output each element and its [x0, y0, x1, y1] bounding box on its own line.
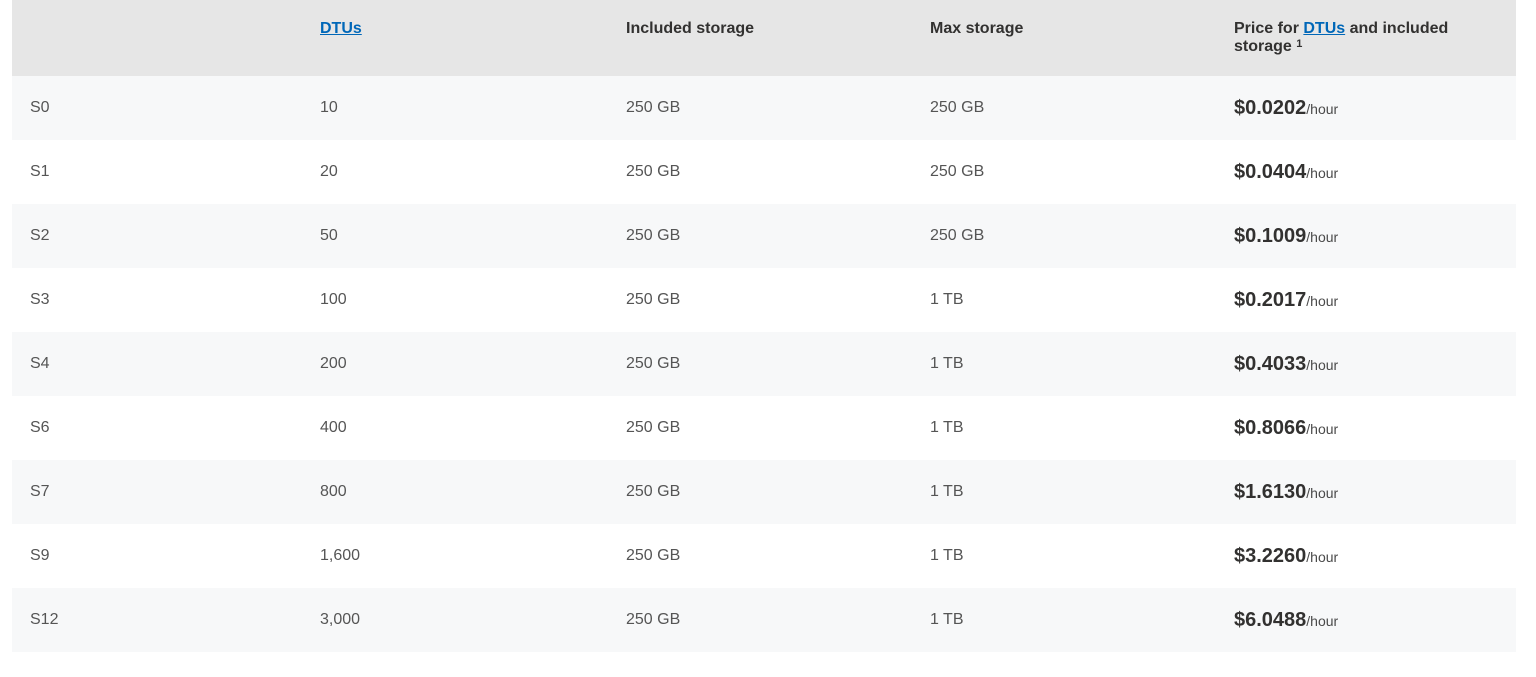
header-price-dtus-link[interactable]: DTUs: [1303, 20, 1345, 37]
price-unit: /hour: [1306, 165, 1338, 181]
table-header-row: DTUs Included storage Max storage Price …: [12, 0, 1516, 76]
cell-max-storage: 250 GB: [912, 76, 1216, 140]
table-row: S7800250 GB1 TB$1.6130/hour: [12, 460, 1516, 524]
table-row: S123,000250 GB1 TB$6.0488/hour: [12, 588, 1516, 652]
table-row: S3100250 GB1 TB$0.2017/hour: [12, 268, 1516, 332]
price-amount: $0.1009: [1234, 225, 1306, 247]
cell-tier: S2: [12, 204, 302, 268]
price-unit: /hour: [1306, 101, 1338, 117]
price-amount: $0.0202: [1234, 97, 1306, 119]
cell-included-storage: 250 GB: [608, 588, 912, 652]
cell-max-storage: 250 GB: [912, 140, 1216, 204]
price-unit: /hour: [1306, 293, 1338, 309]
header-price-footnote: 1: [1296, 38, 1302, 50]
table-row: S250250 GB250 GB$0.1009/hour: [12, 204, 1516, 268]
cell-price: $0.2017/hour: [1216, 268, 1516, 332]
cell-max-storage: 1 TB: [912, 524, 1216, 588]
cell-price: $1.6130/hour: [1216, 460, 1516, 524]
cell-included-storage: 250 GB: [608, 460, 912, 524]
cell-included-storage: 250 GB: [608, 524, 912, 588]
cell-tier: S7: [12, 460, 302, 524]
table-row: S4200250 GB1 TB$0.4033/hour: [12, 332, 1516, 396]
cell-dtus: 200: [302, 332, 608, 396]
table-row: S120250 GB250 GB$0.0404/hour: [12, 140, 1516, 204]
cell-price: $0.4033/hour: [1216, 332, 1516, 396]
cell-dtus: 400: [302, 396, 608, 460]
cell-price: $0.1009/hour: [1216, 204, 1516, 268]
price-amount: $0.0404: [1234, 161, 1306, 183]
header-dtus-link[interactable]: DTUs: [320, 20, 362, 37]
price-amount: $1.6130: [1234, 481, 1306, 503]
cell-max-storage: 250 GB: [912, 204, 1216, 268]
price-unit: /hour: [1306, 613, 1338, 629]
cell-dtus: 800: [302, 460, 608, 524]
cell-price: $0.0404/hour: [1216, 140, 1516, 204]
cell-dtus: 50: [302, 204, 608, 268]
cell-dtus: 20: [302, 140, 608, 204]
price-amount: $0.2017: [1234, 289, 1306, 311]
cell-max-storage: 1 TB: [912, 396, 1216, 460]
cell-dtus: 100: [302, 268, 608, 332]
cell-included-storage: 250 GB: [608, 76, 912, 140]
cell-max-storage: 1 TB: [912, 588, 1216, 652]
price-unit: /hour: [1306, 421, 1338, 437]
table-row: S91,600250 GB1 TB$3.2260/hour: [12, 524, 1516, 588]
cell-dtus: 3,000: [302, 588, 608, 652]
header-price-prefix: Price for: [1234, 20, 1303, 37]
header-dtus: DTUs: [302, 0, 608, 76]
cell-tier: S9: [12, 524, 302, 588]
cell-tier: S3: [12, 268, 302, 332]
cell-included-storage: 250 GB: [608, 332, 912, 396]
cell-included-storage: 250 GB: [608, 396, 912, 460]
cell-dtus: 1,600: [302, 524, 608, 588]
price-amount: $3.2260: [1234, 545, 1306, 567]
header-tier: [12, 0, 302, 76]
price-unit: /hour: [1306, 549, 1338, 565]
cell-price: $0.0202/hour: [1216, 76, 1516, 140]
cell-dtus: 10: [302, 76, 608, 140]
cell-tier: S0: [12, 76, 302, 140]
cell-max-storage: 1 TB: [912, 460, 1216, 524]
price-unit: /hour: [1306, 229, 1338, 245]
cell-tier: S6: [12, 396, 302, 460]
cell-included-storage: 250 GB: [608, 204, 912, 268]
header-max-storage: Max storage: [912, 0, 1216, 76]
cell-price: $0.8066/hour: [1216, 396, 1516, 460]
price-amount: $6.0488: [1234, 609, 1306, 631]
price-unit: /hour: [1306, 485, 1338, 501]
cell-included-storage: 250 GB: [608, 268, 912, 332]
table-row: S010250 GB250 GB$0.0202/hour: [12, 76, 1516, 140]
cell-tier: S1: [12, 140, 302, 204]
pricing-table: DTUs Included storage Max storage Price …: [12, 0, 1516, 652]
table-row: S6400250 GB1 TB$0.8066/hour: [12, 396, 1516, 460]
cell-tier: S12: [12, 588, 302, 652]
price-amount: $0.8066: [1234, 417, 1306, 439]
price-unit: /hour: [1306, 357, 1338, 373]
header-price: Price for DTUs and included storage 1: [1216, 0, 1516, 76]
header-included-storage: Included storage: [608, 0, 912, 76]
price-amount: $0.4033: [1234, 353, 1306, 375]
cell-max-storage: 1 TB: [912, 268, 1216, 332]
cell-included-storage: 250 GB: [608, 140, 912, 204]
cell-tier: S4: [12, 332, 302, 396]
cell-price: $3.2260/hour: [1216, 524, 1516, 588]
cell-price: $6.0488/hour: [1216, 588, 1516, 652]
cell-max-storage: 1 TB: [912, 332, 1216, 396]
